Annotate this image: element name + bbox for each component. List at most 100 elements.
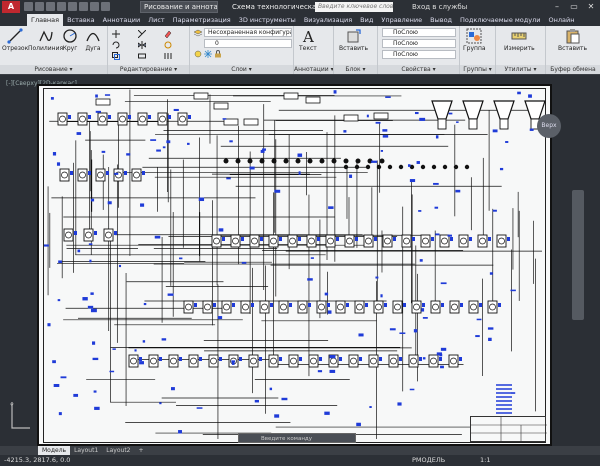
polyline-button[interactable]: Полилиния <box>28 28 63 52</box>
erase-icon[interactable] <box>164 30 172 38</box>
layout-tab[interactable]: Layout2 <box>102 446 134 455</box>
line-icon <box>7 28 23 44</box>
layer-off-icon[interactable] <box>194 50 202 58</box>
ribbon-tab[interactable]: Подключаемые модули <box>456 14 544 26</box>
explode-icon[interactable] <box>164 41 172 49</box>
ribbon-tab[interactable]: Лист <box>144 14 168 26</box>
ribbon-tab[interactable]: Вывод <box>426 14 456 26</box>
navigation-bar[interactable] <box>572 190 584 320</box>
circle-button[interactable]: Круг <box>62 28 78 52</box>
move-icon[interactable] <box>112 30 120 38</box>
linetype-dropdown[interactable]: ПоСлою <box>382 39 456 48</box>
instrument-tag <box>124 171 127 175</box>
ribbon-tab[interactable]: Вставка <box>63 14 99 26</box>
ribbon-tab[interactable]: Управление <box>377 14 426 26</box>
measure-button[interactable]: Измерить <box>504 28 535 52</box>
arc-icon <box>86 32 100 42</box>
blue-annotation <box>409 179 416 183</box>
layer-properties-icon[interactable] <box>194 29 202 37</box>
model-space-toggle[interactable]: РМОДЕЛЬ <box>412 456 445 465</box>
blue-annotation <box>274 189 281 193</box>
panel-clipboard-label[interactable]: Буфер обмена <box>546 65 600 74</box>
signin-link[interactable]: Вход в службы <box>412 2 467 12</box>
coordinates-readout[interactable]: -4215.3, 2817.6, 0.0 <box>4 456 70 465</box>
process-schematic[interactable] <box>44 89 545 442</box>
minimize-button[interactable]: – <box>550 1 564 12</box>
blue-annotation <box>528 94 532 98</box>
lineweight-dropdown[interactable]: ПоСлою <box>382 50 456 59</box>
panel-draw-label[interactable]: Рисование ▾ <box>0 65 107 74</box>
blue-annotation <box>104 94 111 96</box>
viewcube[interactable]: Верх <box>537 114 561 138</box>
layout-tab[interactable]: + <box>135 446 148 455</box>
paste-button[interactable]: Вставить <box>558 28 587 52</box>
copy-icon[interactable] <box>112 52 120 60</box>
color-dropdown[interactable]: ПоСлою <box>382 28 456 37</box>
valve-symbol <box>247 158 253 164</box>
ribbon-tab[interactable]: Аннотации <box>99 14 145 26</box>
blue-annotation <box>489 272 493 275</box>
group-label: Группа <box>463 45 486 52</box>
share-icon[interactable] <box>101 2 110 11</box>
panel-block-label[interactable]: Блок ▾ <box>334 65 377 74</box>
panel-annotation: A Текст Аннотации ▾ <box>294 26 334 74</box>
valve-symbol <box>365 164 371 170</box>
instrument-tag <box>239 357 242 361</box>
command-line[interactable]: Введите команду <box>238 433 356 443</box>
blue-annotation <box>179 257 183 260</box>
application-menu-button[interactable]: A <box>2 1 20 13</box>
panel-utilities-label[interactable]: Утилиты ▾ <box>496 65 545 74</box>
undo-icon[interactable] <box>79 2 88 11</box>
plot-icon[interactable] <box>68 2 77 11</box>
ribbon-tab[interactable]: 3D инструменты <box>235 14 300 26</box>
group-button[interactable]: Группа <box>463 28 486 52</box>
layer-freeze-icon[interactable] <box>204 50 212 58</box>
ribbon-tab[interactable]: Вид <box>356 14 377 26</box>
instrument-tag <box>232 303 235 307</box>
ribbon-tab[interactable]: Главная <box>27 14 64 26</box>
blue-annotation <box>413 329 418 333</box>
ribbon-tab[interactable]: Визуализация <box>300 14 356 26</box>
rotate-icon[interactable] <box>112 41 120 49</box>
trim-icon[interactable] <box>138 30 146 38</box>
ribbon-tab[interactable]: Онлайн <box>544 14 578 26</box>
instrument-tag <box>379 357 382 361</box>
workspace-dropdown[interactable]: Рисование и аннотации <box>140 1 218 13</box>
ribbon-tab[interactable]: Параметризация <box>169 14 235 26</box>
line-button[interactable]: Отрезок <box>2 28 28 52</box>
current-layer-dropdown[interactable]: 0 <box>204 39 292 48</box>
restore-button[interactable]: ▭ <box>567 1 581 12</box>
blue-annotation <box>511 392 516 394</box>
valve-symbol <box>376 164 382 170</box>
blue-annotation <box>418 210 422 212</box>
mirror-icon[interactable] <box>138 41 146 49</box>
blue-annotation <box>375 121 381 124</box>
panel-layers-label[interactable]: Слои ▾ <box>190 65 293 74</box>
layout-tab[interactable]: Layout1 <box>70 446 102 455</box>
layout-tabs: Модель Layout1 Layout2 + <box>0 446 600 455</box>
annotation-scale[interactable]: 1:1 <box>480 456 490 465</box>
open-icon[interactable] <box>35 2 44 11</box>
new-icon[interactable] <box>24 2 33 11</box>
save-as-icon[interactable] <box>57 2 66 11</box>
offset-icon[interactable] <box>164 52 172 60</box>
insert-block-button[interactable]: Вставить <box>339 28 368 52</box>
blue-annotation <box>154 235 161 239</box>
panel-annotation-label[interactable]: Аннотации ▾ <box>294 65 333 74</box>
arc-button[interactable]: Дуга <box>85 28 101 52</box>
layer-lock-icon[interactable] <box>214 50 222 58</box>
redo-icon[interactable] <box>90 2 99 11</box>
window-controls: – ▭ ✕ <box>550 1 598 12</box>
title-bar: A Рисование и аннотации Схема технологич… <box>0 0 600 14</box>
panel-modify-label[interactable]: Редактирование ▾ <box>108 65 189 74</box>
layer-state-dropdown[interactable]: Несохраненная конфигурация слое <box>204 28 292 37</box>
panel-groups-label[interactable]: Группы ▾ <box>460 65 495 74</box>
close-button[interactable]: ✕ <box>584 1 598 12</box>
blue-annotation <box>229 140 233 143</box>
layout-tab[interactable]: Модель <box>38 446 71 455</box>
text-button[interactable]: A Текст <box>299 28 317 52</box>
panel-properties-label[interactable]: Свойства ▾ <box>378 65 459 74</box>
search-input[interactable]: Введите ключевое слово/фразу <box>315 2 393 12</box>
save-icon[interactable] <box>46 2 55 11</box>
stretch-icon[interactable] <box>138 52 146 60</box>
